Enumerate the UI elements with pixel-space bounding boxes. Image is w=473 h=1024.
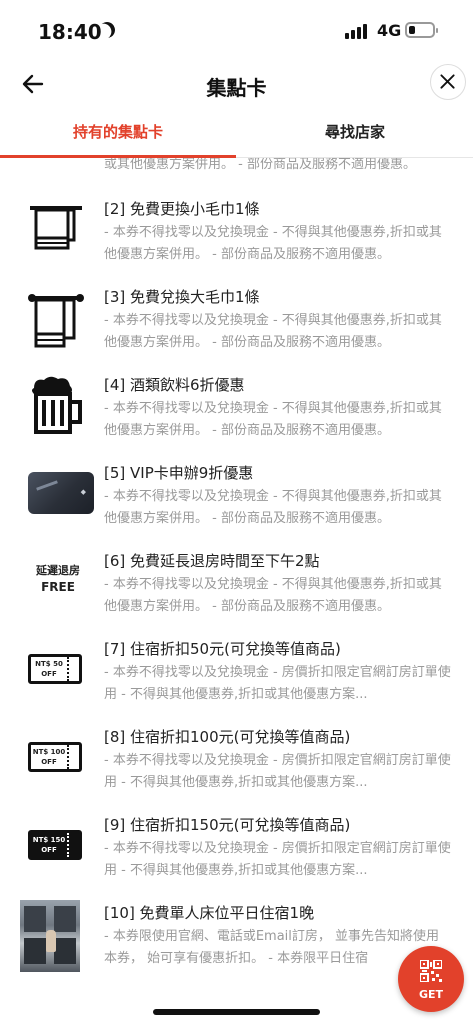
reward-desc: - 本券不得找零以及兌換現金 - 不得與其他優惠券,折扣或其他優惠方案併用。 -… [104, 489, 442, 526]
status-time: 18:40 [38, 20, 102, 44]
beer-mug-icon [32, 376, 82, 434]
close-icon [440, 74, 455, 89]
reward-name: [10] 免費單人床位平日住宿1晚 [104, 904, 315, 922]
app-header: 集點卡 [0, 60, 473, 110]
network-label: 4G [377, 21, 402, 40]
tab-owned-cards[interactable]: 持有的集點卡 [0, 112, 236, 158]
reward-item[interactable]: [3] 免費兌換大毛巾1條 - 本券不得找零以及兌換現金 - 不得與其他優惠券,… [0, 286, 473, 374]
close-button[interactable] [430, 64, 466, 100]
qr-code-icon [420, 960, 442, 982]
reward-desc: - 本券限使用官網、電話或Email訂房， 並事先告知將使用本券， 始可享有優惠… [104, 929, 440, 966]
reward-name: [4] 酒類飲料6折優惠 [104, 376, 245, 394]
tab-find-stores[interactable]: 尋找店家 [237, 112, 473, 158]
reward-desc: - 本券不得找零以及兌換現金 - 不得與其他優惠券,折扣或其他優惠方案併用。 -… [104, 577, 442, 614]
ticket-dark-icon: NT$ 150 OFF [28, 830, 82, 860]
large-towel-icon [28, 294, 84, 348]
reward-item[interactable]: ◆ [5] VIP卡申辦9折優惠 - 本券不得找零以及兌換現金 - 不得與其他優… [0, 462, 473, 550]
reward-item[interactable]: NT$ 100 OFF [8] 住宿折扣100元(可兌換等值商品) - 本券不得… [0, 726, 473, 814]
reward-desc: - 本券不得找零以及兌換現金 - 不得與其他優惠券,折扣或其他優惠方案併用。 -… [104, 313, 442, 350]
reward-list[interactable]: 或其他優惠方案併用。 - 部份商品及服務不適用優惠。 [2] 免費更換小毛巾1條… [0, 158, 473, 1024]
status-bar: 18:40 4G [0, 0, 473, 60]
reward-name: [2] 免費更換小毛巾1條 [104, 200, 260, 218]
signal-icon [345, 23, 371, 39]
reward-name: [8] 住宿折扣100元(可兌換等值商品) [104, 728, 351, 746]
reward-desc: - 本券不得找零以及兌換現金 - 房價折扣限定官網訂房訂單使用 - 不得與其他優… [104, 753, 451, 790]
battery-icon [405, 22, 438, 38]
reward-desc: - 本券不得找零以及兌換現金 - 房價折扣限定官網訂房訂單使用 - 不得與其他優… [104, 665, 451, 702]
get-qr-button[interactable]: GET [398, 946, 464, 1012]
reward-desc: - 本券不得找零以及兌換現金 - 房價折扣限定官網訂房訂單使用 - 不得與其他優… [104, 841, 451, 878]
ticket-icon: NT$ 50 OFF [28, 654, 82, 684]
get-label: GET [418, 988, 444, 1001]
ticket-icon: NT$ 100 OFF [28, 742, 82, 772]
reward-name: [5] VIP卡申辦9折優惠 [104, 464, 254, 482]
vip-card-image: ◆ [28, 472, 94, 514]
reward-item[interactable]: 延遲退房 FREE [6] 免費延長退房時間至下午2點 - 本券不得找零以及兌換… [0, 550, 473, 638]
small-towel-icon [30, 206, 82, 250]
reward-item[interactable]: [2] 免費更換小毛巾1條 - 本券不得找零以及兌換現金 - 不得與其他優惠券,… [0, 198, 473, 286]
reward-name: [9] 住宿折扣150元(可兌換等值商品) [104, 816, 351, 834]
reward-name: [3] 免費兌換大毛巾1條 [104, 288, 260, 306]
capsule-room-photo [20, 900, 80, 972]
reward-item[interactable]: NT$ 150 OFF [9] 住宿折扣150元(可兌換等值商品) - 本券不得… [0, 814, 473, 902]
partial-item-desc: 或其他優惠方案併用。 - 部份商品及服務不適用優惠。 [104, 158, 416, 172]
page-title: 集點卡 [206, 76, 267, 100]
home-indicator [153, 1009, 320, 1015]
reward-desc: - 本券不得找零以及兌換現金 - 不得與其他優惠券,折扣或其他優惠方案併用。 -… [104, 401, 442, 438]
reward-name: [6] 免費延長退房時間至下午2點 [104, 552, 320, 570]
late-checkout-icon: 延遲退房 FREE [36, 564, 80, 594]
reward-item[interactable]: [4] 酒類飲料6折優惠 - 本券不得找零以及兌換現金 - 不得與其他優惠券,折… [0, 374, 473, 462]
reward-item[interactable]: NT$ 50 OFF [7] 住宿折扣50元(可兌換等值商品) - 本券不得找零… [0, 638, 473, 726]
reward-name: [7] 住宿折扣50元(可兌換等值商品) [104, 640, 341, 658]
reward-desc: - 本券不得找零以及兌換現金 - 不得與其他優惠券,折扣或其他優惠方案併用。 -… [104, 225, 442, 262]
tab-bar: 持有的集點卡 尋找店家 [0, 112, 473, 158]
